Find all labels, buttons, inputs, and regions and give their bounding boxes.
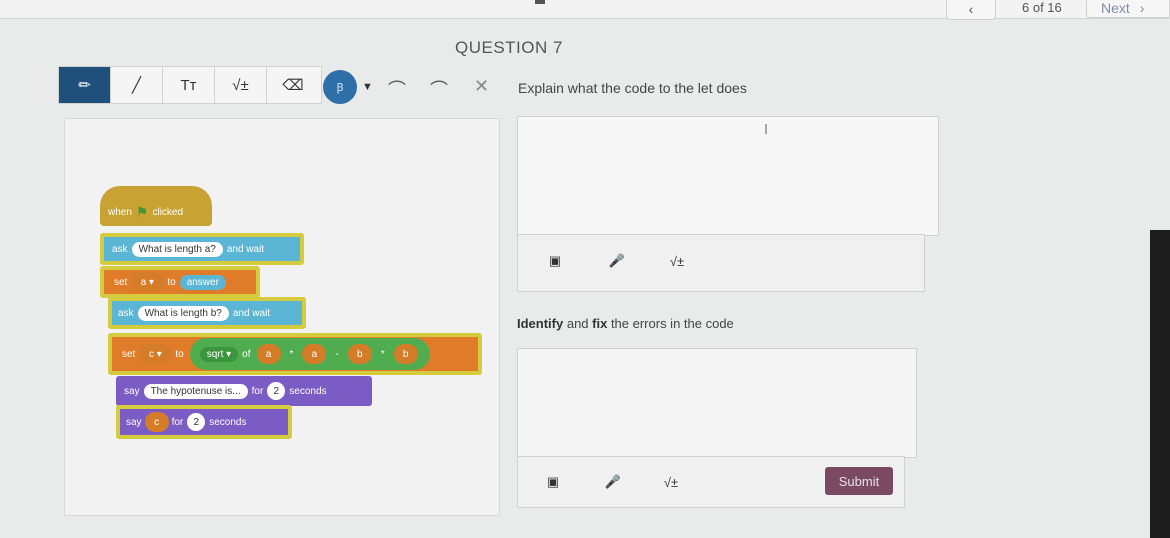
set-block-a: set a ▾ to answer bbox=[100, 266, 260, 298]
math-icon[interactable]: √± bbox=[660, 473, 682, 491]
line-tool[interactable]: ╱ bbox=[111, 67, 163, 103]
close-icon[interactable]: ✕ bbox=[474, 76, 489, 97]
and-wait-label: and wait bbox=[226, 243, 265, 255]
math-tool[interactable]: √± bbox=[215, 67, 267, 103]
var-c: c bbox=[144, 412, 169, 432]
clicked-label: clicked bbox=[152, 206, 184, 218]
question-prompt-2: Identify and fix the errors in the code bbox=[517, 316, 734, 331]
ask-text-b: What is length b? bbox=[137, 305, 229, 321]
text-tool[interactable]: Tт bbox=[163, 67, 215, 103]
set-label: set bbox=[122, 348, 136, 360]
flag-icon: ⚑ bbox=[135, 203, 149, 220]
and-wait-label: and wait bbox=[232, 307, 271, 319]
for-label: for bbox=[251, 385, 264, 397]
answer-input-2[interactable] bbox=[517, 348, 917, 458]
ask-label: ask bbox=[118, 307, 134, 319]
sqrt-dropdown: sqrt ▾ bbox=[199, 346, 239, 362]
of-label: of bbox=[242, 348, 251, 360]
prompt-bold-fix: fix bbox=[592, 316, 608, 331]
ask-text-a: What is length a? bbox=[131, 241, 223, 257]
say-block-2: say c for 2 seconds bbox=[116, 405, 292, 439]
when-label: when bbox=[108, 206, 132, 218]
set-label: set bbox=[114, 276, 128, 288]
answer-input-1[interactable]: I bbox=[517, 116, 939, 236]
drawing-toolbar: ✏ ╱ Tт √± ⌫ bbox=[58, 66, 322, 104]
microphone-icon[interactable]: 🎤 bbox=[602, 473, 624, 491]
question-title: QUESTION 7 bbox=[455, 38, 563, 57]
prompt-and: and bbox=[563, 316, 593, 331]
math-icon[interactable]: √± bbox=[666, 252, 688, 270]
chevron-left-icon: ‹ bbox=[968, 1, 974, 17]
ask-block-a: ask What is length a? and wait bbox=[100, 233, 304, 265]
chevron-down-icon[interactable]: ▼ bbox=[362, 81, 373, 93]
pencil-icon: ✏ bbox=[78, 77, 91, 94]
prompt-end: the errors in the code bbox=[607, 316, 734, 331]
say-text: The hypotenuse is... bbox=[143, 383, 248, 399]
to-label: to bbox=[167, 276, 176, 288]
math-icon: √± bbox=[232, 76, 249, 94]
say-block-1: say The hypotenuse is... for 2 seconds bbox=[116, 376, 372, 406]
say-label: say bbox=[124, 385, 140, 397]
microphone-icon[interactable]: 🎤 bbox=[606, 252, 628, 270]
times-operator: * bbox=[380, 348, 385, 360]
previous-button[interactable]: ‹ bbox=[946, 0, 996, 20]
var-b-1: b bbox=[347, 344, 372, 364]
say-label: say bbox=[126, 416, 142, 428]
pencil-tool[interactable]: ✏ bbox=[59, 67, 111, 103]
screen-bezel bbox=[1150, 230, 1170, 538]
top-nav-bar: ‹ 6 of 16 Next › bbox=[0, 0, 1170, 20]
seconds-number: 2 bbox=[187, 413, 206, 431]
question-prompt-1: Explain what the code to the let does bbox=[518, 80, 747, 96]
eraser-icon: ⌫ bbox=[282, 77, 304, 94]
for-label: for bbox=[171, 416, 184, 428]
color-label: Ꞵ bbox=[336, 81, 344, 94]
next-label: Next bbox=[1101, 0, 1130, 16]
image-upload-icon[interactable]: ▣ bbox=[544, 252, 566, 270]
seconds-label: seconds bbox=[209, 416, 247, 428]
image-upload-icon[interactable]: ▣ bbox=[542, 473, 564, 491]
set-block-c: set c ▾ to sqrt ▾ of a * a - b * b bbox=[108, 333, 482, 375]
redo-icon[interactable]: ⌒ bbox=[430, 76, 448, 102]
variable-dropdown-c: c ▾ bbox=[138, 344, 173, 364]
color-picker-button[interactable]: Ꞵ bbox=[323, 70, 357, 104]
answer-toolbar-1: ▣ 🎤 √± bbox=[517, 234, 925, 292]
answer-reporter: answer bbox=[179, 274, 226, 290]
next-button[interactable]: Next › bbox=[1086, 0, 1170, 18]
text-cursor-icon: I bbox=[763, 121, 768, 138]
chevron-right-icon: › bbox=[1139, 0, 1145, 16]
text-icon: Tт bbox=[180, 76, 197, 94]
expression: a * a - b * b bbox=[251, 344, 424, 364]
seconds-label: seconds bbox=[289, 385, 327, 397]
sqrt-operator: sqrt ▾ of a * a - b * b bbox=[189, 338, 430, 370]
seconds-number: 2 bbox=[267, 382, 286, 400]
top-indicator bbox=[535, 0, 545, 4]
var-b-2: b bbox=[393, 344, 418, 364]
ask-label: ask bbox=[112, 243, 128, 255]
undo-icon[interactable]: ⌒ bbox=[388, 76, 406, 102]
ask-block-b: ask What is length b? and wait bbox=[108, 297, 306, 329]
prompt-bold-identify: Identify bbox=[517, 316, 564, 331]
submit-button[interactable]: Submit bbox=[825, 467, 893, 495]
variable-dropdown-a: a ▾ bbox=[130, 272, 165, 292]
when-flag-clicked-block: when ⚑ clicked bbox=[100, 186, 212, 226]
var-a-1: a bbox=[256, 344, 281, 364]
to-label: to bbox=[175, 348, 184, 360]
line-icon: ╱ bbox=[131, 77, 142, 94]
eraser-tool[interactable]: ⌫ bbox=[267, 67, 319, 103]
page-counter: 6 of 16 bbox=[1022, 0, 1062, 15]
times-operator: * bbox=[289, 348, 294, 360]
var-a-2: a bbox=[302, 344, 327, 364]
minus-operator: - bbox=[335, 348, 339, 360]
